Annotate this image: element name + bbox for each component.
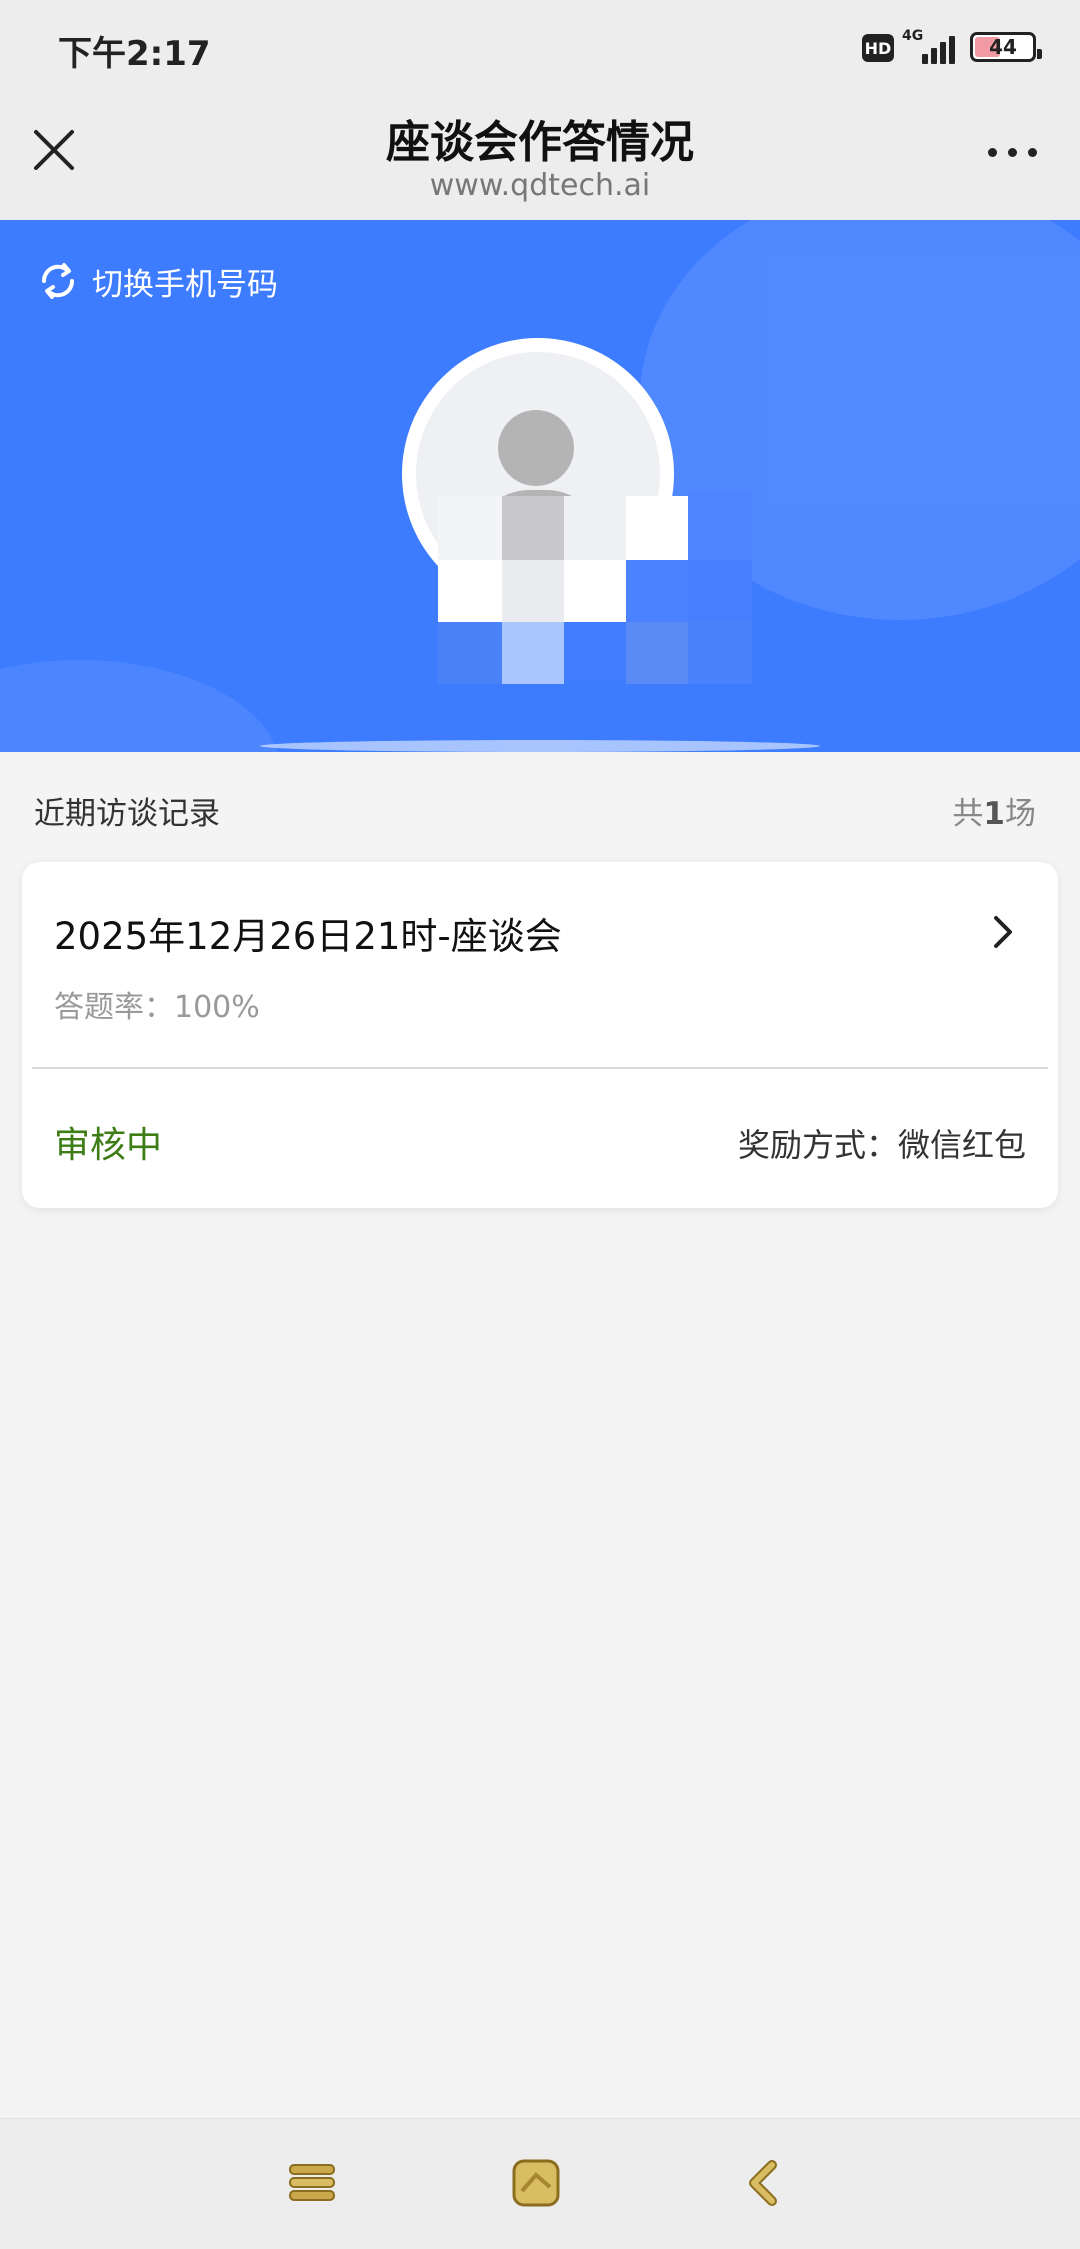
hd-badge: HD: [862, 34, 894, 62]
more-icon[interactable]: [984, 132, 1044, 172]
record-title: 2025年12月26日21时-座谈会: [54, 915, 562, 958]
mosaic-block: [688, 490, 752, 560]
record-card[interactable]: 2025年12月26日21时-座谈会 答题率：100% 审核中 奖励方式：微信红…: [22, 862, 1058, 1208]
mosaic-block: [626, 560, 688, 622]
switch-phone-label: 切换手机号码: [92, 266, 278, 303]
mosaic-block: [688, 622, 752, 684]
status-time: 下午2:17: [58, 34, 211, 74]
records-count: 共1场: [952, 796, 1036, 832]
system-nav-bar: [0, 2118, 1080, 2249]
divider: [32, 1067, 1048, 1069]
home-icon[interactable]: [510, 2157, 562, 2209]
profile-banner: 切换手机号码: [0, 220, 1080, 752]
records-header: 近期访谈记录 共1场: [0, 752, 1080, 862]
mosaic-block: [564, 496, 626, 560]
back-icon[interactable]: [738, 2157, 790, 2209]
menu-icon[interactable]: [286, 2157, 338, 2209]
record-reward: 奖励方式：微信红包: [737, 1126, 1026, 1164]
mosaic-block: [626, 496, 688, 560]
records-title: 近期访谈记录: [34, 796, 220, 832]
network-type: 4G: [902, 28, 924, 44]
mosaic-block: [502, 622, 564, 684]
battery-icon: 44: [970, 32, 1042, 62]
banner-decoration: [0, 660, 280, 752]
record-status: 审核中: [54, 1125, 163, 1166]
mosaic-block: [502, 496, 564, 560]
status-bar: 下午2:17 HD 4G 44: [0, 0, 1080, 92]
chevron-right-icon[interactable]: [986, 912, 1020, 952]
mosaic-block: [438, 560, 502, 622]
page-url: www.qdtech.ai: [429, 168, 651, 203]
signal-icon: [922, 32, 962, 64]
refresh-icon: [41, 263, 75, 299]
banner-decoration: [260, 740, 820, 752]
mosaic-block: [626, 622, 688, 684]
switch-phone-button[interactable]: 切换手机号码: [36, 256, 278, 306]
avatar-head: [498, 410, 574, 486]
mosaic-block: [564, 622, 626, 684]
mosaic-block: [438, 496, 502, 560]
page-title: 座谈会作答情况: [386, 117, 694, 168]
mosaic-block: [438, 622, 502, 684]
battery-level: 44: [989, 35, 1017, 59]
mosaic-block: [502, 560, 564, 622]
mosaic-block: [688, 560, 752, 622]
mosaic-block: [564, 560, 626, 622]
record-answer-rate: 答题率：100%: [54, 990, 260, 1025]
nav-bar: 座谈会作答情况 www.qdtech.ai: [0, 92, 1080, 220]
